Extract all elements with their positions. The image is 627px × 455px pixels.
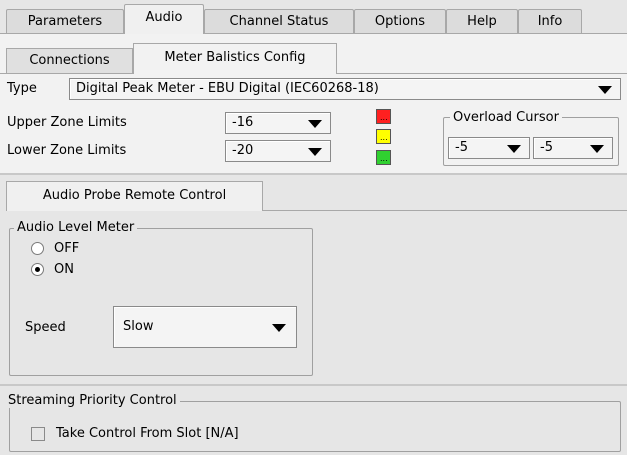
red-zone-indicator: ...: [376, 109, 391, 124]
led-dots: ...: [380, 133, 388, 142]
green-zone-indicator: ...: [376, 150, 391, 165]
tab-info[interactable]: Info: [518, 9, 582, 33]
chevron-down-icon: [590, 145, 604, 153]
chevron-down-icon: [507, 145, 521, 153]
take-control-checkbox[interactable]: [31, 427, 45, 441]
audio-level-meter-title: Audio Level Meter: [14, 220, 138, 235]
tab-options[interactable]: Options: [354, 9, 446, 33]
speed-select[interactable]: Slow: [113, 306, 297, 348]
lower-zone-value: -20: [232, 143, 254, 158]
take-control-label: Take Control From Slot [N/A]: [56, 426, 239, 441]
chevron-down-icon: [308, 120, 322, 128]
on-label: ON: [54, 262, 74, 277]
section-divider-2: [0, 384, 627, 386]
lower-zone-label: Lower Zone Limits: [7, 143, 127, 158]
off-radio[interactable]: [31, 242, 44, 255]
yellow-zone-indicator: ...: [376, 129, 391, 144]
off-label: OFF: [54, 241, 80, 256]
chevron-down-icon: [308, 148, 322, 156]
subtab-divider-right: [337, 73, 627, 74]
lower-zone-select[interactable]: -20: [225, 140, 331, 162]
speed-value: Slow: [123, 319, 154, 334]
upper-zone-label: Upper Zone Limits: [7, 115, 127, 130]
tab-audio-probe-remote-control[interactable]: Audio Probe Remote Control: [6, 181, 263, 211]
chevron-down-icon: [272, 324, 286, 332]
led-dots: ...: [380, 113, 388, 122]
upper-zone-value: -16: [232, 115, 254, 130]
type-select[interactable]: Digital Peak Meter - EBU Digital (IEC602…: [69, 78, 621, 100]
overload-cursor-title: Overload Cursor: [450, 110, 562, 125]
overload-cursor-select-1[interactable]: -5: [448, 137, 530, 159]
tab-help[interactable]: Help: [446, 9, 518, 33]
type-label: Type: [7, 81, 37, 96]
type-value: Digital Peak Meter - EBU Digital (IEC602…: [76, 81, 379, 96]
streaming-priority-title: Streaming Priority Control: [5, 393, 180, 408]
tab-meter-balistics-config[interactable]: Meter Balistics Config: [133, 43, 337, 74]
tab-audio[interactable]: Audio: [124, 4, 204, 34]
tab-connections[interactable]: Connections: [6, 48, 133, 74]
overload-cursor-value-2: -5: [540, 140, 553, 155]
led-dots: ...: [380, 154, 388, 163]
overload-cursor-value-1: -5: [455, 140, 468, 155]
section-divider: [0, 173, 627, 175]
upper-zone-select[interactable]: -16: [225, 112, 331, 134]
speed-label: Speed: [25, 320, 66, 335]
on-radio[interactable]: [31, 263, 44, 276]
probe-tab-divider: [263, 210, 627, 211]
tab-parameters[interactable]: Parameters: [6, 9, 124, 33]
subtab-divider: [0, 73, 133, 74]
tab-channel-status[interactable]: Channel Status: [204, 9, 354, 33]
overload-cursor-select-2[interactable]: -5: [533, 137, 613, 159]
chevron-down-icon: [598, 86, 612, 94]
